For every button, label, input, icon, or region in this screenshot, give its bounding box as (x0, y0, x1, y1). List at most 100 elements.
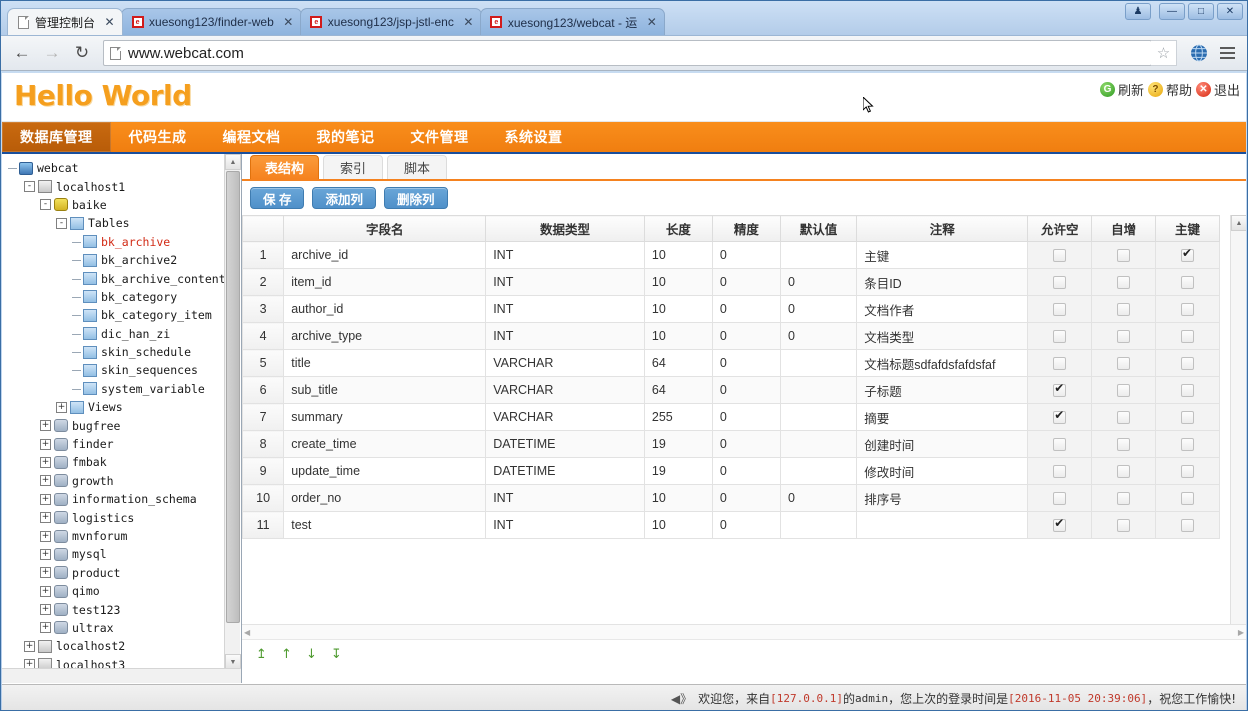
grid-scroll-right-icon[interactable]: ▶ (1238, 628, 1244, 637)
auto-increment-checkbox[interactable] (1117, 384, 1131, 398)
scroll-up-button[interactable]: ▲ (225, 154, 241, 170)
default-value-cell[interactable]: 0 (779, 268, 858, 296)
nav-item-codegen[interactable]: 代码生成 (111, 122, 205, 152)
tree-collapse-icon[interactable]: - (56, 217, 67, 229)
tree-expand-icon[interactable]: + (40, 475, 51, 487)
auto-increment-cell[interactable] (1091, 241, 1157, 269)
col-header-length[interactable]: 长度 (643, 215, 713, 242)
primary-key-checkbox[interactable] (1181, 438, 1195, 452)
primary-key-checkbox[interactable] (1181, 384, 1195, 398)
primary-key-checkbox[interactable] (1181, 357, 1195, 371)
globe-icon[interactable] (1185, 39, 1213, 67)
tree-expand-icon[interactable]: + (40, 493, 51, 505)
length-cell[interactable]: 64 (643, 349, 713, 377)
tab-script[interactable]: 脚本 (387, 155, 448, 179)
length-cell[interactable]: 10 (643, 268, 713, 296)
tree-node[interactable]: skin_sequences (8, 361, 224, 380)
move-to-top-icon[interactable]: ↥ (254, 647, 269, 662)
help-link[interactable]: ? 帮助 (1147, 80, 1192, 99)
nav-item-files[interactable]: 文件管理 (393, 122, 487, 152)
save-button[interactable]: 保 存 (250, 187, 305, 209)
precision-cell[interactable]: 0 (711, 376, 781, 404)
tree-node[interactable]: system_variable (8, 379, 224, 398)
primary-key-checkbox[interactable] (1181, 276, 1195, 290)
data-type-cell[interactable]: DATETIME (485, 457, 645, 485)
field-name-cell[interactable]: sub_title (283, 376, 487, 404)
default-value-cell[interactable]: 0 (779, 322, 858, 350)
auto-increment-checkbox[interactable] (1117, 465, 1131, 479)
primary-key-cell[interactable] (1155, 322, 1220, 350)
data-type-cell[interactable]: VARCHAR (485, 376, 645, 404)
nullable-checkbox[interactable] (1053, 438, 1067, 452)
auto-increment-checkbox[interactable] (1117, 303, 1131, 317)
field-name-cell[interactable]: title (283, 349, 487, 377)
field-name-cell[interactable]: author_id (283, 295, 487, 323)
tab-index[interactable]: 索引 (323, 155, 384, 179)
auto-increment-cell[interactable] (1091, 349, 1157, 377)
reload-icon[interactable]: ↻ (67, 39, 97, 67)
tree-expand-icon[interactable]: + (40, 420, 51, 432)
precision-cell[interactable]: 0 (711, 241, 781, 269)
back-icon[interactable]: ← (7, 39, 37, 67)
nullable-checkbox[interactable] (1053, 492, 1067, 506)
tree-expand-icon[interactable]: + (40, 548, 51, 560)
primary-key-cell[interactable] (1155, 268, 1220, 296)
tab-close-icon[interactable]: ✕ (462, 16, 475, 29)
field-name-cell[interactable]: item_id (283, 268, 487, 296)
tree-expand-icon[interactable]: + (40, 438, 51, 450)
auto-increment-checkbox[interactable] (1117, 519, 1131, 533)
tree-node[interactable]: - localhost1 (8, 177, 224, 195)
primary-key-cell[interactable] (1155, 403, 1220, 431)
browser-tab-3[interactable]: e xuesong123/webcat - 运 ✕ (479, 8, 666, 35)
default-value-cell[interactable] (779, 430, 858, 458)
nullable-checkbox[interactable] (1053, 276, 1067, 290)
col-header-comment[interactable]: 注释 (856, 215, 1029, 242)
auto-increment-cell[interactable] (1091, 295, 1157, 323)
length-cell[interactable]: 19 (643, 430, 713, 458)
nav-item-database[interactable]: 数据库管理 (2, 122, 111, 152)
browser-tab-0[interactable]: 管理控制台 ✕ (7, 8, 124, 35)
precision-cell[interactable]: 0 (711, 349, 781, 377)
close-button[interactable]: ✕ (1217, 3, 1243, 20)
tree-expand-icon[interactable]: + (40, 622, 51, 634)
tree-node[interactable]: + qimo (8, 582, 224, 600)
tree-expand-icon[interactable]: + (40, 567, 51, 579)
nullable-checkbox[interactable] (1053, 303, 1067, 317)
move-to-bottom-icon[interactable]: ↧ (329, 647, 344, 662)
bookmark-star-icon[interactable]: ☆ (1151, 40, 1177, 66)
nav-item-docs[interactable]: 编程文档 (205, 122, 299, 152)
move-up-icon[interactable]: ↑ (279, 647, 294, 662)
tree-node[interactable]: + mysql (8, 545, 224, 563)
tree-node[interactable]: + localhost2 (8, 637, 224, 655)
grid-scroll-up-button[interactable]: ▲ (1231, 215, 1246, 231)
auto-increment-checkbox[interactable] (1117, 438, 1131, 452)
comment-cell[interactable] (856, 511, 1029, 539)
primary-key-cell[interactable] (1155, 349, 1220, 377)
auto-increment-cell[interactable] (1091, 322, 1157, 350)
tree-expand-icon[interactable]: + (24, 640, 35, 652)
tree-node[interactable]: bk_archive_content (8, 269, 224, 288)
col-header-precision[interactable]: 精度 (711, 215, 781, 242)
minimize-button[interactable]: — (1159, 3, 1185, 20)
precision-cell[interactable]: 0 (711, 430, 781, 458)
table-row[interactable]: 10 order_no INT 10 0 0 排序号 (242, 484, 1220, 512)
comment-cell[interactable]: 文档作者 (856, 295, 1029, 323)
comment-cell[interactable]: 摘要 (856, 403, 1029, 431)
tab-close-icon[interactable]: ✕ (282, 16, 295, 29)
tree-node[interactable]: - baike (8, 196, 224, 214)
col-header-nullable[interactable]: 允许空 (1027, 215, 1093, 242)
auto-increment-cell[interactable] (1091, 484, 1157, 512)
comment-cell[interactable]: 创建时间 (856, 430, 1029, 458)
primary-key-checkbox[interactable] (1181, 247, 1195, 263)
nullable-cell[interactable] (1027, 403, 1093, 431)
comment-cell[interactable]: 子标题 (856, 376, 1029, 404)
tree-node[interactable]: bk_archive2 (8, 251, 224, 270)
tree-expand-icon[interactable]: + (40, 530, 51, 542)
data-type-cell[interactable]: VARCHAR (485, 403, 645, 431)
nullable-cell[interactable] (1027, 511, 1093, 539)
primary-key-cell[interactable] (1155, 511, 1220, 539)
grid-scroll-left-icon[interactable]: ◀ (244, 628, 250, 637)
default-value-cell[interactable] (779, 376, 858, 404)
nullable-checkbox[interactable] (1053, 517, 1067, 533)
precision-cell[interactable]: 0 (711, 268, 781, 296)
